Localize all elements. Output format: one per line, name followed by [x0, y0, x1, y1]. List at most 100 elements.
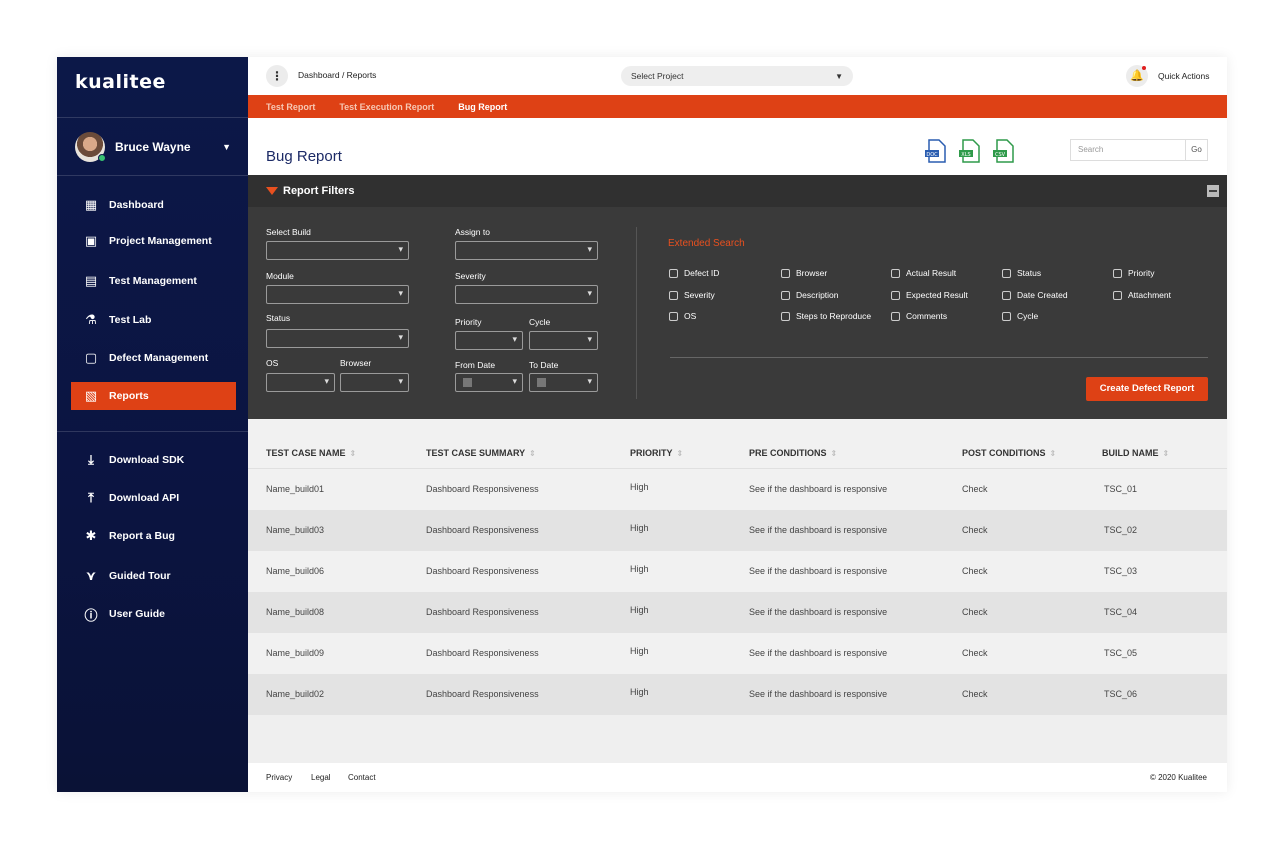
column-header[interactable]: PRE CONDITIONS ⇕ — [749, 448, 837, 458]
checkbox-box[interactable] — [781, 268, 790, 278]
legal-link[interactable]: Legal — [311, 773, 331, 782]
sidebar-item-reports[interactable]: ▧ Reports — [71, 382, 236, 410]
go-button[interactable]: Go — [1185, 140, 1207, 160]
table-row[interactable]: Name_build03 Dashboard Responsiveness High… — [248, 510, 1227, 551]
contact-link[interactable]: Contact — [348, 773, 376, 782]
checkbox-attachment[interactable]: Attachment — [1113, 290, 1171, 300]
report-filters-header[interactable]: Report Filters — [248, 175, 1227, 207]
privacy-link[interactable]: Privacy — [266, 773, 292, 782]
checkbox-os[interactable]: OS — [669, 311, 696, 321]
more-options-icon[interactable]: ⋮ — [266, 65, 288, 87]
checkbox-status[interactable]: Status — [1002, 268, 1041, 278]
checkbox-severity[interactable]: Severity — [669, 290, 715, 300]
create-defect-report-button[interactable]: Create Defect Report — [1086, 377, 1208, 401]
xls-export-icon[interactable]: XLS — [958, 139, 980, 163]
checkbox-actual-result[interactable]: Actual Result — [891, 268, 956, 278]
sidebar-item-guided-tour[interactable]: ⋎ Guided Tour — [71, 562, 236, 590]
notification-dot — [1142, 66, 1146, 70]
sidebar-item-label: Project Management — [109, 235, 212, 247]
sidebar-item-user-guide[interactable]: ⓘ User Guide — [71, 600, 236, 628]
collapse-icon[interactable] — [1207, 185, 1219, 197]
table-row[interactable]: Name_build01 Dashboard Responsiveness High… — [248, 469, 1227, 510]
online-status-dot — [98, 154, 106, 162]
sidebar-item-download-api[interactable]: ⤒ Download API — [71, 484, 236, 512]
os-dropdown[interactable] — [266, 373, 335, 392]
sidebar-item-defect-management[interactable]: ▢ Defect Management — [71, 344, 236, 372]
table-row[interactable]: Name_build02 Dashboard Responsiveness High… — [248, 674, 1227, 715]
checkbox-defect-id[interactable]: Defect ID — [669, 268, 719, 278]
table-cell: Check — [962, 648, 988, 658]
tab-bug-report[interactable]: Bug Report — [458, 102, 507, 112]
sidebar-item-dashboard[interactable]: ▦ Dashboard — [71, 191, 236, 219]
checkbox-cycle[interactable]: Cycle — [1002, 311, 1038, 321]
priority-dropdown[interactable] — [455, 331, 523, 350]
table-cell: High — [630, 646, 649, 656]
column-header[interactable]: TEST CASE NAME ⇕ — [266, 448, 356, 458]
checkbox-box[interactable] — [1113, 268, 1122, 278]
checkbox-steps-to-reproduce[interactable]: Steps to Reproduce — [781, 311, 871, 321]
checkbox-date-created[interactable]: Date Created — [1002, 290, 1068, 300]
quick-actions-link[interactable]: Quick Actions — [1158, 71, 1210, 81]
status-dropdown[interactable] — [266, 329, 409, 348]
tab-test-report[interactable]: Test Report — [266, 102, 315, 112]
table-cell: Dashboard Responsiveness — [426, 607, 539, 617]
chevron-down-icon[interactable]: ▼ — [222, 142, 231, 152]
sidebar: kualitee Bruce Wayne ▼ ▦ Dashboard ▣ Pro… — [57, 57, 248, 792]
project-icon: ▣ — [84, 233, 98, 248]
logo[interactable]: kualitee — [75, 71, 166, 93]
column-header[interactable]: BUILD NAME ⇕ — [1102, 448, 1169, 458]
checkbox-browser[interactable]: Browser — [781, 268, 827, 278]
checkbox-box[interactable] — [891, 290, 900, 300]
table-row[interactable]: Name_build06 Dashboard Responsiveness High… — [248, 551, 1227, 592]
table-row[interactable]: Name_build08 Dashboard Responsiveness High… — [248, 592, 1227, 633]
checkbox-box[interactable] — [669, 268, 678, 278]
to-date-picker[interactable] — [529, 373, 598, 392]
checkbox-expected-result[interactable]: Expected Result — [891, 290, 968, 300]
user-menu[interactable]: Bruce Wayne ▼ — [75, 132, 235, 162]
checkbox-comments[interactable]: Comments — [891, 311, 947, 321]
search-input[interactable]: Search — [1071, 140, 1185, 160]
sidebar-item-report-bug[interactable]: ✱ Report a Bug — [71, 522, 236, 550]
column-header-label: PRE CONDITIONS — [749, 448, 827, 458]
csv-label: CSV — [995, 152, 1006, 158]
table-cell: See if the dashboard is responsive — [749, 566, 888, 576]
column-header[interactable]: TEST CASE SUMMARY ⇕ — [426, 448, 536, 458]
sidebar-item-test-lab[interactable]: ⚗ Test Lab — [71, 306, 236, 334]
module-dropdown[interactable] — [266, 285, 409, 304]
checkbox-box[interactable] — [669, 311, 678, 321]
checkbox-box[interactable] — [781, 311, 790, 321]
sidebar-item-test-management[interactable]: ▤ Test Management — [71, 267, 236, 295]
checkbox-box[interactable] — [891, 268, 900, 278]
severity-dropdown[interactable] — [455, 285, 598, 304]
bell-icon[interactable]: 🔔 — [1126, 65, 1148, 87]
extended-search-title: Extended Search — [668, 238, 745, 249]
table-cell: See if the dashboard is responsive — [749, 648, 888, 658]
checkbox-priority[interactable]: Priority — [1113, 268, 1154, 278]
checkbox-box[interactable] — [669, 290, 678, 300]
project-select[interactable]: Select Project ▼ — [621, 66, 853, 86]
checkbox-description[interactable]: Description — [781, 290, 839, 300]
cycle-dropdown[interactable] — [529, 331, 598, 350]
column-header[interactable]: PRIORITY ⇕ — [630, 448, 683, 458]
checkbox-box[interactable] — [1002, 290, 1011, 300]
tab-test-execution-report[interactable]: Test Execution Report — [339, 102, 434, 112]
table-cell: Name_build03 — [266, 525, 325, 535]
select-build-dropdown[interactable] — [266, 241, 409, 260]
sidebar-item-download-sdk[interactable]: ⤓ Download SDK — [71, 446, 236, 474]
browser-dropdown[interactable] — [340, 373, 409, 392]
table-row[interactable]: Name_build09 Dashboard Responsiveness High… — [248, 633, 1227, 674]
doc-export-icon[interactable]: DOC — [924, 139, 946, 163]
column-header-label: TEST CASE SUMMARY — [426, 448, 526, 458]
checkbox-box[interactable] — [1113, 290, 1122, 300]
checkbox-box[interactable] — [1002, 268, 1011, 278]
from-date-picker[interactable] — [455, 373, 523, 392]
sidebar-item-project-management[interactable]: ▣ Project Management — [71, 227, 236, 255]
column-header[interactable]: POST CONDITIONS ⇕ — [962, 448, 1056, 458]
checkbox-label: Attachment — [1128, 290, 1171, 300]
checkbox-box[interactable] — [891, 311, 900, 321]
csv-export-icon[interactable]: CSV — [992, 139, 1014, 163]
checkbox-box[interactable] — [1002, 311, 1011, 321]
assign-to-dropdown[interactable] — [455, 241, 598, 260]
checkbox-box[interactable] — [781, 290, 790, 300]
table-cell: TSC_04 — [1104, 607, 1138, 617]
